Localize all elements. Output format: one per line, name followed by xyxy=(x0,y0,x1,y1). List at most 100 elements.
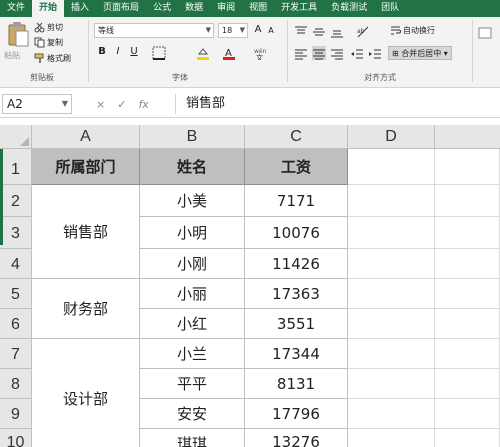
paste-button-label[interactable]: 粘贴 xyxy=(4,50,20,61)
tab-developer[interactable]: 开发工具 xyxy=(274,0,324,17)
column-header-c[interactable]: C xyxy=(245,125,348,149)
orientation-icon[interactable]: ab xyxy=(356,24,370,38)
empty-cell[interactable] xyxy=(348,429,435,447)
employee-name-cell[interactable]: 小兰 xyxy=(140,339,245,369)
border-icon[interactable] xyxy=(152,45,166,60)
row-header-7[interactable]: 7 xyxy=(0,339,32,369)
employee-name-cell[interactable]: 小红 xyxy=(140,309,245,339)
salary-cell[interactable]: 17344 xyxy=(245,339,348,369)
tab-data[interactable]: 数据 xyxy=(178,0,210,17)
row-header-10[interactable]: 10 xyxy=(0,429,32,447)
font-name-select[interactable]: 等线 ▼ xyxy=(94,23,214,38)
enter-icon[interactable]: ✓ xyxy=(117,98,126,111)
increase-indent-icon[interactable] xyxy=(368,46,382,60)
header-department[interactable]: 所属部门 xyxy=(32,149,140,185)
number-format-icon[interactable] xyxy=(478,25,492,39)
salary-cell[interactable]: 11426 xyxy=(245,249,348,279)
row-header-1[interactable]: 1 xyxy=(0,149,32,185)
empty-cell[interactable] xyxy=(435,309,500,339)
empty-cell[interactable] xyxy=(348,149,435,185)
row-header-2[interactable]: 2 xyxy=(0,185,32,217)
empty-cell[interactable] xyxy=(348,369,435,399)
empty-cell[interactable] xyxy=(435,339,500,369)
row-header-3[interactable]: 3 xyxy=(0,217,32,249)
row-header-4[interactable]: 4 xyxy=(0,249,32,279)
paste-icon[interactable] xyxy=(6,21,30,49)
department-cell[interactable]: 销售部 xyxy=(32,185,140,279)
empty-cell[interactable] xyxy=(435,279,500,309)
empty-cell[interactable] xyxy=(435,185,500,217)
column-header-a[interactable]: A xyxy=(32,125,140,149)
salary-cell[interactable]: 8131 xyxy=(245,369,348,399)
tab-home[interactable]: 开始 xyxy=(32,0,65,17)
salary-cell[interactable]: 7171 xyxy=(245,185,348,217)
row-header-5[interactable]: 5 xyxy=(0,279,32,309)
align-right-icon[interactable] xyxy=(330,46,344,60)
empty-cell[interactable] xyxy=(348,309,435,339)
tab-file[interactable]: 文件 xyxy=(0,0,32,17)
tab-page-layout[interactable]: 页面布局 xyxy=(96,0,146,17)
name-box[interactable]: A2 ▼ xyxy=(2,94,72,114)
cut-button[interactable]: 剪切 xyxy=(34,22,63,33)
shrink-font-icon[interactable]: A xyxy=(265,24,277,38)
row-header-9[interactable]: 9 xyxy=(0,399,32,429)
tab-load-test[interactable]: 负载测试 xyxy=(324,0,374,17)
header-name[interactable]: 姓名 xyxy=(140,149,245,185)
employee-name-cell[interactable]: 平平 xyxy=(140,369,245,399)
formula-input[interactable]: 销售部 xyxy=(175,94,500,114)
align-left-icon[interactable] xyxy=(294,46,308,60)
format-painter-button[interactable]: 格式刷 xyxy=(34,53,71,64)
salary-cell[interactable]: 17363 xyxy=(245,279,348,309)
empty-cell[interactable] xyxy=(435,399,500,429)
department-cell[interactable]: 财务部 xyxy=(32,279,140,339)
employee-name-cell[interactable]: 小刚 xyxy=(140,249,245,279)
column-header-d[interactable]: D xyxy=(348,125,435,149)
column-header-e[interactable] xyxy=(435,125,500,149)
empty-cell[interactable] xyxy=(435,429,500,447)
tab-insert[interactable]: 插入 xyxy=(64,0,96,17)
italic-button[interactable]: I xyxy=(112,45,124,59)
column-header-b[interactable]: B xyxy=(140,125,245,149)
tab-formulas[interactable]: 公式 xyxy=(146,0,178,17)
employee-name-cell[interactable]: 安安 xyxy=(140,399,245,429)
salary-cell[interactable]: 13276 xyxy=(245,429,348,447)
decrease-indent-icon[interactable] xyxy=(350,46,364,60)
empty-cell[interactable] xyxy=(348,399,435,429)
department-cell[interactable]: 设计部 xyxy=(32,339,140,447)
empty-cell[interactable] xyxy=(435,217,500,249)
salary-cell[interactable]: 10076 xyxy=(245,217,348,249)
font-color-icon[interactable]: A xyxy=(222,45,236,60)
employee-name-cell[interactable]: 小美 xyxy=(140,185,245,217)
copy-button[interactable]: 复制 xyxy=(34,37,63,48)
fill-color-icon[interactable] xyxy=(196,45,210,60)
salary-cell[interactable]: 3551 xyxy=(245,309,348,339)
grow-font-icon[interactable]: A xyxy=(252,23,264,37)
align-bottom-icon[interactable] xyxy=(330,24,344,38)
tab-team[interactable]: 团队 xyxy=(374,0,406,17)
align-top-icon[interactable] xyxy=(294,24,308,38)
font-size-select[interactable]: 18 ▼ xyxy=(218,23,248,38)
row-header-8[interactable]: 8 xyxy=(0,369,32,399)
merge-center-button[interactable]: ⊞ 合并后居中 ▾ xyxy=(388,46,452,60)
tab-view[interactable]: 视图 xyxy=(242,0,274,17)
empty-cell[interactable] xyxy=(348,279,435,309)
cancel-icon[interactable]: × xyxy=(96,98,105,111)
phonetic-icon[interactable]: wén 文 xyxy=(254,45,268,62)
employee-name-cell[interactable]: 小丽 xyxy=(140,279,245,309)
bold-button[interactable]: B xyxy=(96,45,108,59)
row-header-6[interactable]: 6 xyxy=(0,309,32,339)
select-all-corner[interactable] xyxy=(0,125,32,149)
salary-cell[interactable]: 17796 xyxy=(245,399,348,429)
empty-cell[interactable] xyxy=(348,339,435,369)
wrap-text-button[interactable]: 自动换行 xyxy=(390,25,435,36)
employee-name-cell[interactable]: 琪琪 xyxy=(140,429,245,447)
tab-review[interactable]: 审阅 xyxy=(210,0,242,17)
empty-cell[interactable] xyxy=(348,185,435,217)
empty-cell[interactable] xyxy=(348,249,435,279)
empty-cell[interactable] xyxy=(348,217,435,249)
empty-cell[interactable] xyxy=(435,249,500,279)
header-salary[interactable]: 工资 xyxy=(245,149,348,185)
align-middle-icon[interactable] xyxy=(312,24,326,38)
empty-cell[interactable] xyxy=(435,149,500,185)
insert-function-icon[interactable]: fx xyxy=(138,98,148,111)
